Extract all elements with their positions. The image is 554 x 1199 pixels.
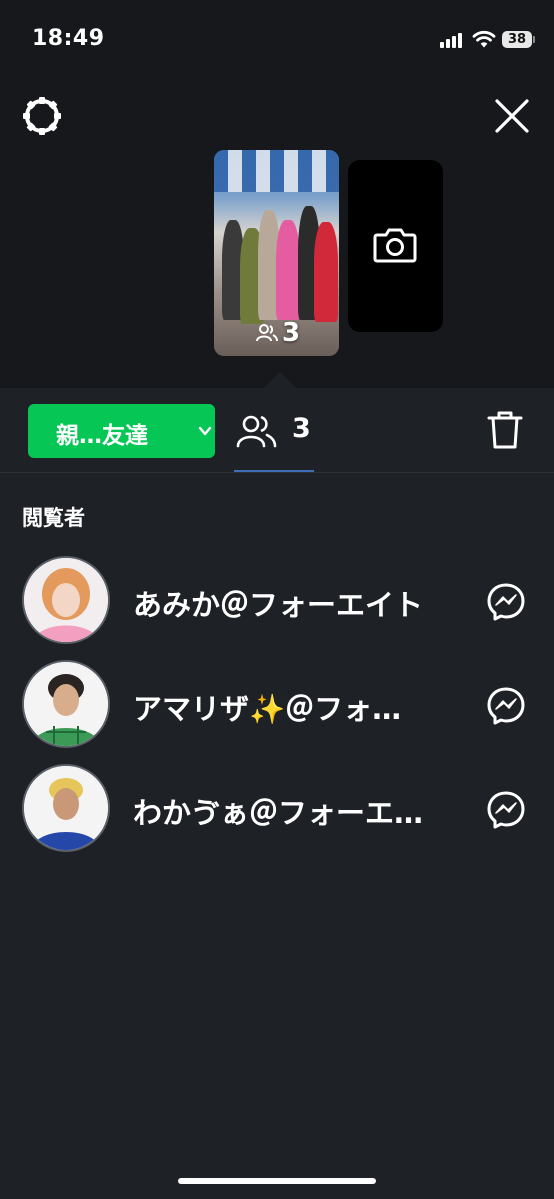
camera-icon xyxy=(373,228,417,263)
avatar[interactable] xyxy=(22,556,110,644)
status-bar: 18:49 38 xyxy=(0,0,554,80)
chevron-down-icon xyxy=(198,426,212,436)
viewer-name: わかゔぁ＠フォーエ… xyxy=(133,796,424,830)
battery-icon: 38 xyxy=(502,31,532,48)
audience-label: 親…友達 xyxy=(56,423,148,449)
story-views-count: 3 xyxy=(256,318,300,348)
avatar-image xyxy=(24,662,108,746)
selected-story-pointer xyxy=(264,372,296,388)
avatar[interactable] xyxy=(22,660,110,748)
viewers-icon xyxy=(236,415,277,448)
add-story-camera-card[interactable] xyxy=(348,160,443,332)
photo-person xyxy=(314,222,338,322)
tab-viewers[interactable]: 3 xyxy=(234,388,314,472)
home-indicator[interactable] xyxy=(178,1178,376,1184)
close-icon[interactable] xyxy=(494,98,530,134)
avatar-image xyxy=(24,558,108,642)
photo-person xyxy=(276,220,300,320)
story-views-number: 3 xyxy=(282,318,301,348)
viewers-section-title: 閲覧者 xyxy=(22,506,85,530)
viewer-row[interactable]: わかゔぁ＠フォーエ… xyxy=(0,764,554,856)
messenger-icon[interactable] xyxy=(486,686,526,726)
viewer-row[interactable]: あみか＠フォーエイト xyxy=(0,556,554,648)
viewers-count: 3 xyxy=(292,413,311,444)
battery-tip xyxy=(533,36,535,43)
story-photo-banner xyxy=(214,150,339,192)
viewer-name: アマリザ✨＠フォ… xyxy=(133,692,402,726)
signal-icon xyxy=(440,32,466,48)
avatar[interactable] xyxy=(22,764,110,852)
status-time: 18:49 xyxy=(32,26,105,51)
wifi-icon xyxy=(472,30,496,48)
viewer-name: あみか＠フォーエイト xyxy=(133,588,424,622)
settings-gear-icon[interactable] xyxy=(22,96,62,136)
audience-dropdown-button[interactable]: 親…友達 xyxy=(28,404,215,458)
viewers-icon xyxy=(256,324,278,342)
trash-icon[interactable] xyxy=(486,410,524,450)
story-thumbnail[interactable]: 3 xyxy=(214,150,339,356)
avatar-image xyxy=(24,766,108,850)
messenger-icon[interactable] xyxy=(486,582,526,622)
story-toolbar: 親…友達 3 xyxy=(0,388,554,473)
viewer-row[interactable]: アマリザ✨＠フォ… xyxy=(0,660,554,752)
messenger-icon[interactable] xyxy=(486,790,526,830)
